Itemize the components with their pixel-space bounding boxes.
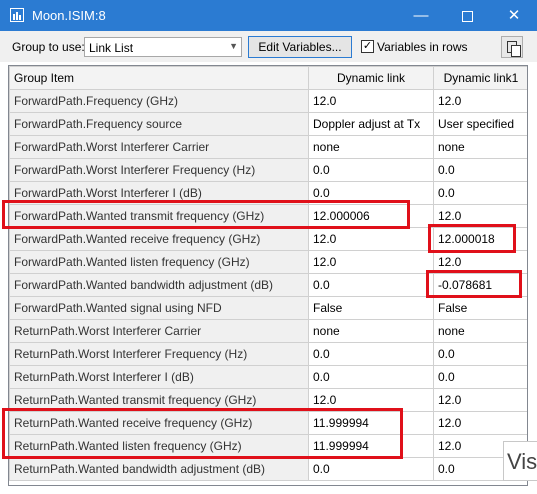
- dynamic-link1-cell[interactable]: none: [433, 319, 527, 343]
- dynamic-link1-cell[interactable]: 12.0: [433, 204, 527, 228]
- table-row[interactable]: ForwardPath.Wanted listen frequency (GHz…: [9, 250, 527, 274]
- group-item-cell: ForwardPath.Worst Interferer I (dB): [9, 181, 309, 205]
- dynamic-link-cell[interactable]: 12.0: [308, 250, 434, 274]
- dynamic-link-cell[interactable]: 12.000006: [308, 204, 434, 228]
- dynamic-link1-cell[interactable]: 12.0: [433, 250, 527, 274]
- table-row[interactable]: ReturnPath.Wanted transmit frequency (GH…: [9, 388, 527, 412]
- table-row[interactable]: ForwardPath.Wanted transmit frequency (G…: [9, 204, 527, 228]
- table-row[interactable]: ForwardPath.Frequency (GHz) 12.0 12.0: [9, 89, 527, 113]
- group-item-cell: ForwardPath.Wanted receive frequency (GH…: [9, 227, 309, 251]
- group-item-cell: ReturnPath.Wanted bandwidth adjustment (…: [9, 457, 309, 481]
- data-grid-table: Group Item Dynamic link Dynamic link1 Fo…: [9, 66, 527, 481]
- table-row[interactable]: ReturnPath.Wanted listen frequency (GHz)…: [9, 434, 527, 458]
- group-item-cell: ForwardPath.Wanted bandwidth adjustment …: [9, 273, 309, 297]
- group-item-cell: ReturnPath.Worst Interferer Carrier: [9, 319, 309, 343]
- dynamic-link-cell[interactable]: 11.999994: [308, 434, 434, 458]
- dynamic-link1-cell[interactable]: False: [433, 296, 527, 320]
- dynamic-link-cell[interactable]: False: [308, 296, 434, 320]
- table-row[interactable]: ReturnPath.Wanted bandwidth adjustment (…: [9, 457, 527, 481]
- dynamic-link1-cell[interactable]: 0.0: [433, 181, 527, 205]
- maximize-icon: [461, 10, 473, 22]
- table-row[interactable]: ReturnPath.Worst Interferer Frequency (H…: [9, 342, 527, 366]
- column-header-dynamic-link1[interactable]: Dynamic link1: [433, 66, 527, 90]
- toolbar: Group to use: Link List ▼ Edit Variables…: [0, 31, 537, 62]
- dynamic-link1-cell[interactable]: -0.078681: [433, 273, 527, 297]
- dynamic-link-cell[interactable]: Doppler adjust at Tx: [308, 112, 434, 136]
- group-item-cell: ReturnPath.Worst Interferer Frequency (H…: [9, 342, 309, 366]
- column-header-group-item[interactable]: Group Item: [9, 66, 309, 90]
- group-select[interactable]: Link List ▼: [84, 37, 242, 57]
- group-to-use-label: Group to use:: [12, 40, 85, 54]
- table-row[interactable]: ForwardPath.Worst Interferer I (dB) 0.0 0.…: [9, 181, 527, 205]
- dynamic-link1-cell[interactable]: 12.0: [433, 411, 527, 435]
- chevron-down-icon[interactable]: ▼: [229, 41, 238, 51]
- header-row: Group Item Dynamic link Dynamic link1: [9, 66, 527, 90]
- column-header-dynamic-link[interactable]: Dynamic link: [308, 66, 434, 90]
- group-item-cell: ForwardPath.Frequency source: [9, 112, 309, 136]
- dynamic-link-cell[interactable]: 0.0: [308, 457, 434, 481]
- dynamic-link-cell[interactable]: 0.0: [308, 158, 434, 182]
- app-icon: [10, 8, 24, 22]
- table-row[interactable]: ForwardPath.Wanted bandwidth adjustment …: [9, 273, 527, 297]
- data-grid[interactable]: Group Item Dynamic link Dynamic link1 Fo…: [8, 65, 528, 486]
- dynamic-link1-cell[interactable]: 12.0: [433, 89, 527, 113]
- table-row[interactable]: ForwardPath.Wanted receive frequency (GH…: [9, 227, 527, 251]
- group-item-cell: ForwardPath.Wanted listen frequency (GHz…: [9, 250, 309, 274]
- dynamic-link-cell[interactable]: none: [308, 135, 434, 159]
- dynamic-link1-cell[interactable]: User specified: [433, 112, 527, 136]
- table-row[interactable]: ReturnPath.Worst Interferer I (dB) 0.0 0.0: [9, 365, 527, 389]
- group-select-value: Link List: [89, 41, 134, 55]
- dynamic-link1-cell[interactable]: 12.0: [433, 388, 527, 412]
- table-row[interactable]: ForwardPath.Worst Interferer Frequency (…: [9, 158, 527, 182]
- table-row[interactable]: ForwardPath.Worst Interferer Carrier none…: [9, 135, 527, 159]
- dynamic-link1-cell[interactable]: 0.0: [433, 342, 527, 366]
- dynamic-link1-cell[interactable]: none: [433, 135, 527, 159]
- edit-variables-button[interactable]: Edit Variables...: [248, 36, 352, 58]
- group-item-cell: ReturnPath.Wanted listen frequency (GHz): [9, 434, 309, 458]
- title-bar[interactable]: Moon.ISIM:8 — ✕: [0, 0, 537, 31]
- table-row[interactable]: ForwardPath.Wanted signal using NFD False…: [9, 296, 527, 320]
- dynamic-link-cell[interactable]: 0.0: [308, 342, 434, 366]
- dynamic-link1-cell[interactable]: 0.0: [433, 365, 527, 389]
- dynamic-link-cell[interactable]: 12.0: [308, 227, 434, 251]
- activation-watermark: Vis: [503, 441, 537, 481]
- group-item-cell: ReturnPath.Wanted receive frequency (GHz…: [9, 411, 309, 435]
- group-item-cell: ForwardPath.Worst Interferer Carrier: [9, 135, 309, 159]
- group-item-cell: ForwardPath.Wanted signal using NFD: [9, 296, 309, 320]
- dynamic-link-cell[interactable]: 11.999994: [308, 411, 434, 435]
- table-row[interactable]: ReturnPath.Worst Interferer Carrier none n…: [9, 319, 527, 343]
- dynamic-link-cell[interactable]: 12.0: [308, 388, 434, 412]
- variables-in-rows-checkbox[interactable]: ✓: [361, 40, 374, 53]
- group-item-cell: ForwardPath.Worst Interferer Frequency (…: [9, 158, 309, 182]
- group-item-cell: ForwardPath.Frequency (GHz): [9, 89, 309, 113]
- table-row[interactable]: ForwardPath.Frequency source Doppler adju…: [9, 112, 527, 136]
- dynamic-link-cell[interactable]: 0.0: [308, 181, 434, 205]
- group-item-cell: ReturnPath.Worst Interferer I (dB): [9, 365, 309, 389]
- dynamic-link-cell[interactable]: 0.0: [308, 365, 434, 389]
- dynamic-link-cell[interactable]: 12.0: [308, 89, 434, 113]
- maximize-button[interactable]: [444, 0, 490, 31]
- table-row[interactable]: ReturnPath.Wanted receive frequency (GHz…: [9, 411, 527, 435]
- variables-in-rows-label[interactable]: Variables in rows: [377, 40, 467, 54]
- dynamic-link-cell[interactable]: none: [308, 319, 434, 343]
- copy-button[interactable]: [501, 36, 523, 58]
- dynamic-link-cell[interactable]: 0.0: [308, 273, 434, 297]
- minimize-button[interactable]: —: [398, 0, 444, 31]
- close-button[interactable]: ✕: [491, 0, 537, 31]
- group-item-cell: ForwardPath.Wanted transmit frequency (G…: [9, 204, 309, 228]
- dynamic-link1-cell[interactable]: 0.0: [433, 158, 527, 182]
- group-item-cell: ReturnPath.Wanted transmit frequency (GH…: [9, 388, 309, 412]
- dynamic-link1-cell[interactable]: 12.000018: [433, 227, 527, 251]
- window-title: Moon.ISIM:8: [32, 8, 106, 23]
